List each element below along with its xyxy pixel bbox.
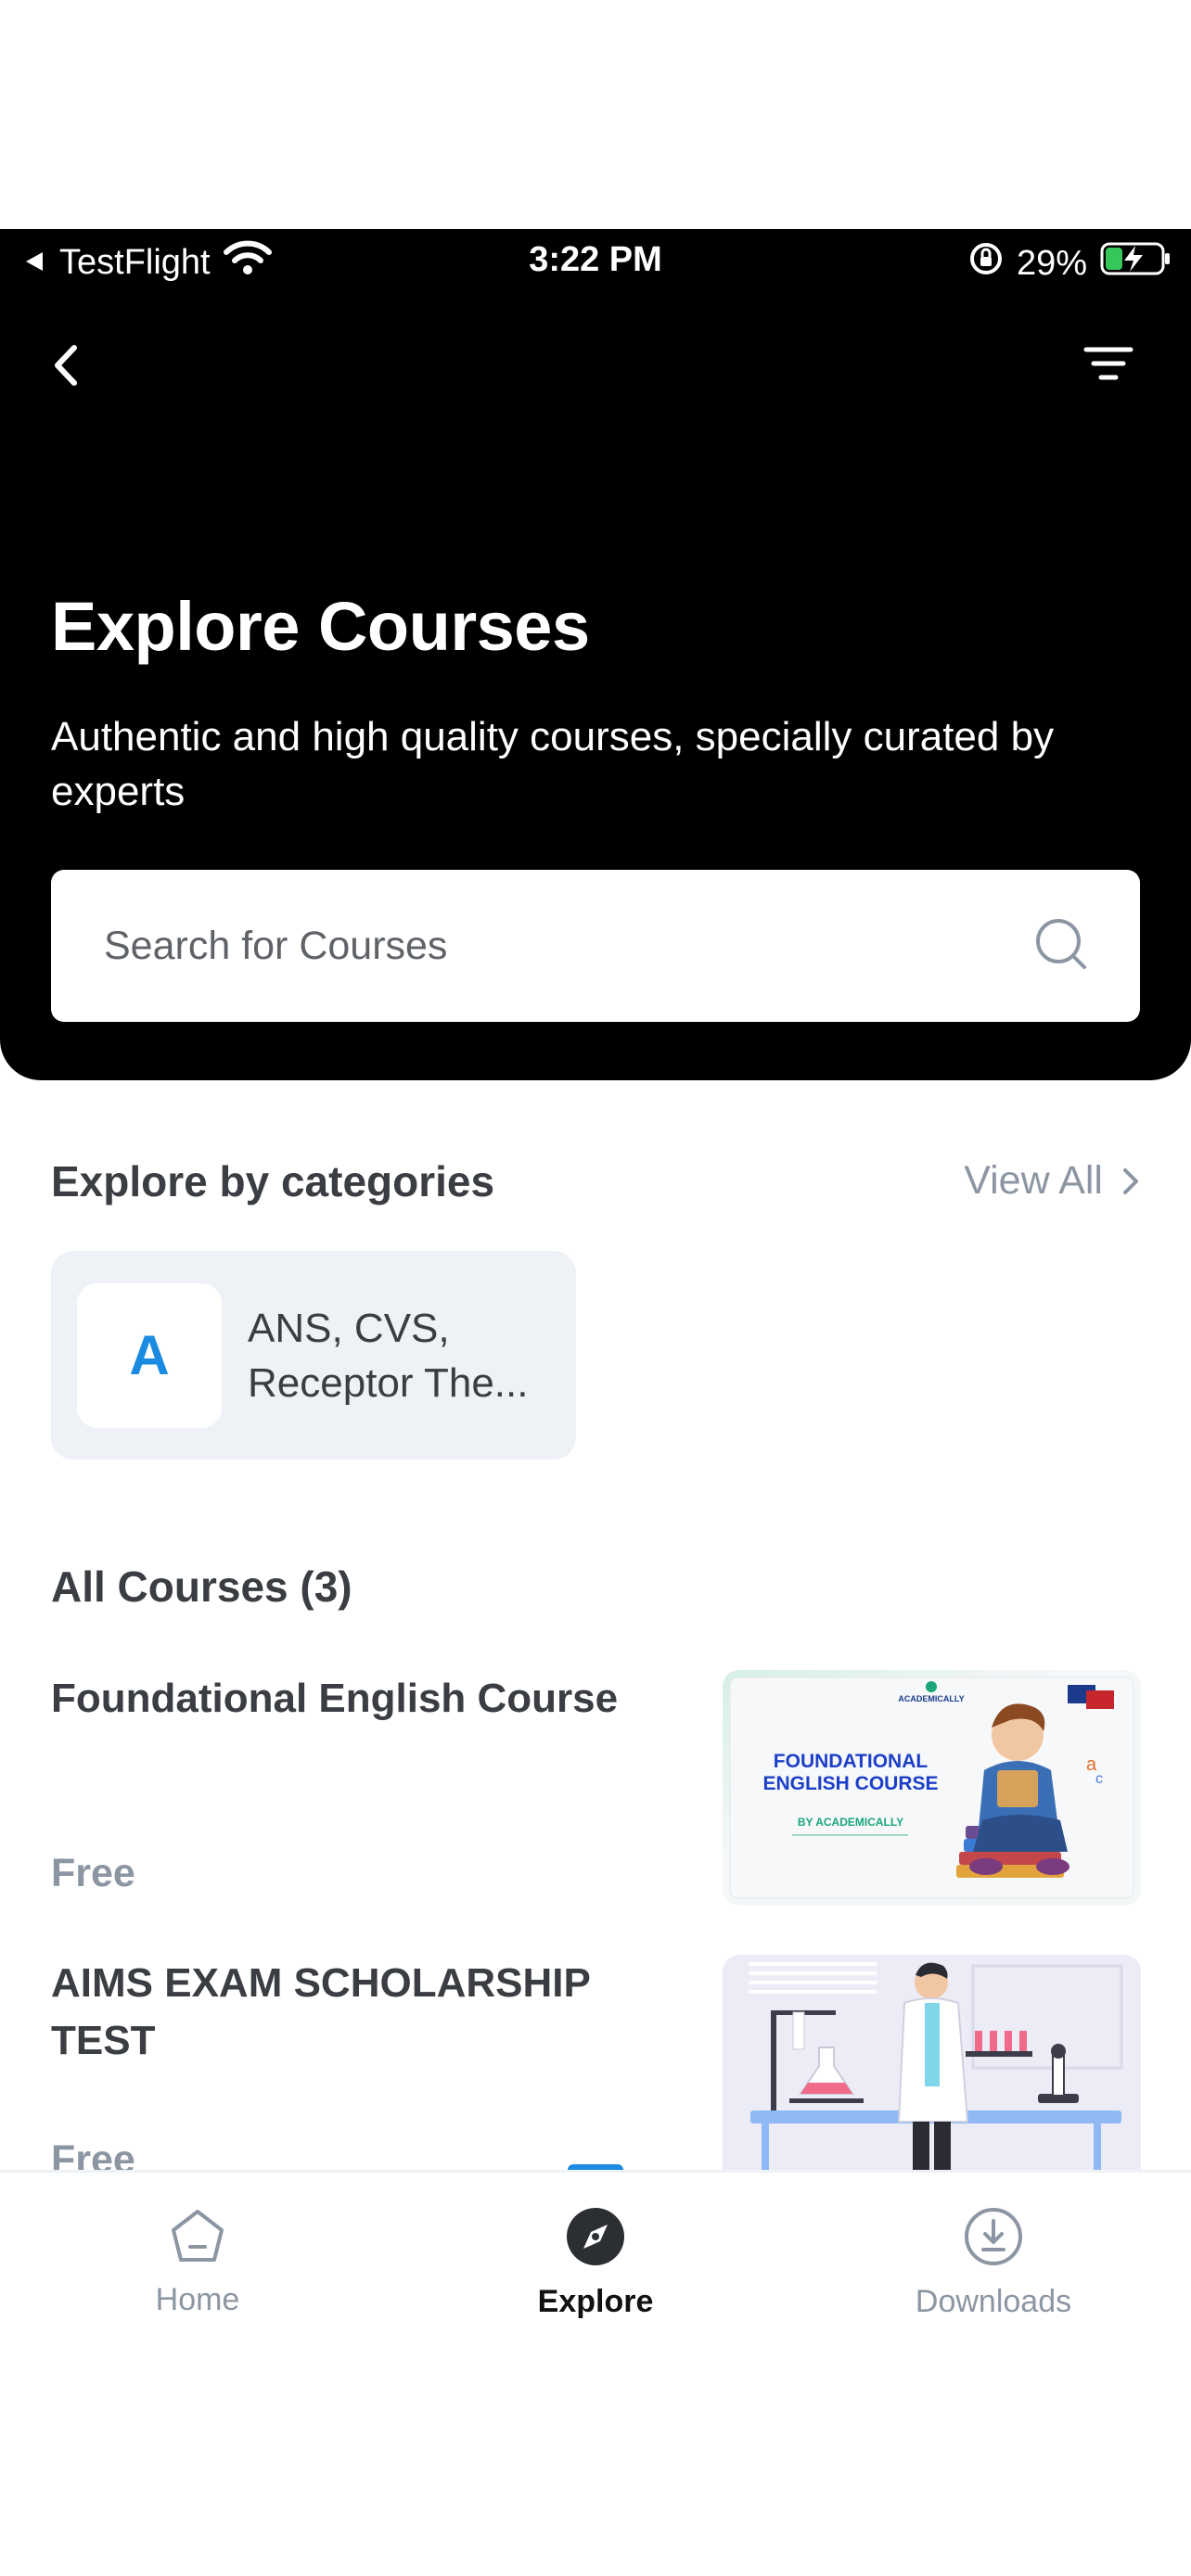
view-all-label: View All bbox=[964, 1158, 1103, 1203]
search-input[interactable] bbox=[102, 922, 1033, 970]
all-courses-heading: All Courses (3) bbox=[51, 1562, 352, 1611]
course-thumbnail[interactable] bbox=[723, 1955, 1141, 2170]
bottom-blank-area bbox=[0, 2355, 1191, 2576]
download-icon bbox=[965, 2208, 1022, 2265]
tab-explore[interactable]: Explore bbox=[456, 2206, 735, 2320]
page-subtitle: Authentic and high quality courses, spec… bbox=[51, 714, 1055, 814]
course-thumbnail-illustration bbox=[723, 1955, 1141, 2170]
filter-icon bbox=[1083, 347, 1133, 380]
filter-button[interactable] bbox=[1076, 338, 1141, 389]
course-title[interactable]: Foundational English Course bbox=[51, 1670, 663, 1728]
search-icon[interactable] bbox=[1033, 916, 1089, 976]
chevron-right-icon bbox=[1123, 1167, 1138, 1194]
thumb-brand: ACADEMICALLY bbox=[898, 1694, 964, 1703]
tab-downloads[interactable]: Downloads bbox=[854, 2206, 1133, 2320]
svg-text:c: c bbox=[1095, 1771, 1103, 1787]
tab-label: Downloads bbox=[915, 2284, 1072, 2319]
category-card[interactable]: A ANS, CVS, Receptor The... bbox=[51, 1251, 576, 1460]
compass-icon bbox=[567, 2208, 624, 2265]
course-title[interactable]: AIMS EXAM SCHOLARSHIP TEST bbox=[51, 1955, 663, 2070]
battery-charging-icon bbox=[1100, 240, 1172, 287]
course-thumbnail-illustration: ACADEMICALLY FOUNDATIONAL ENGLISH COURSE… bbox=[723, 1670, 1141, 1906]
status-right: 29% bbox=[968, 240, 1172, 287]
bottom-tab-bar: Home Explore Downloads bbox=[0, 2170, 1191, 2358]
top-blank-area bbox=[0, 0, 1191, 229]
tab-label: Home bbox=[155, 2282, 240, 2317]
course-price: Free bbox=[51, 2137, 135, 2170]
back-button[interactable] bbox=[45, 336, 85, 395]
category-avatar: A bbox=[77, 1282, 222, 1428]
thumb-title-line2: ENGLISH COURSE bbox=[762, 1773, 938, 1794]
home-icon bbox=[172, 2210, 224, 2262]
status-bar: TestFlight 3:22 PM 29% bbox=[0, 229, 1191, 294]
thumb-title-line1: FOUNDATIONAL bbox=[774, 1751, 928, 1772]
course-price: Free bbox=[51, 1851, 135, 1895]
tab-label: Explore bbox=[537, 2284, 654, 2319]
view-all-link[interactable]: View All bbox=[964, 1158, 1140, 1204]
course-thumbnail[interactable]: ACADEMICALLY FOUNDATIONAL ENGLISH COURSE… bbox=[723, 1670, 1141, 1906]
thumb-byline: BY ACADEMICALLY bbox=[798, 1816, 903, 1829]
categories-heading: Explore by categories bbox=[51, 1157, 495, 1205]
battery-percentage: 29% bbox=[1016, 243, 1087, 283]
orientation-lock-icon bbox=[968, 241, 1004, 286]
category-label: ANS, CVS, Receptor The... bbox=[248, 1305, 529, 1406]
tab-home[interactable]: Home bbox=[58, 2206, 337, 2318]
chevron-left-icon bbox=[55, 345, 77, 386]
search-bar[interactable] bbox=[51, 870, 1140, 1022]
page-title: Explore Courses bbox=[51, 588, 590, 665]
